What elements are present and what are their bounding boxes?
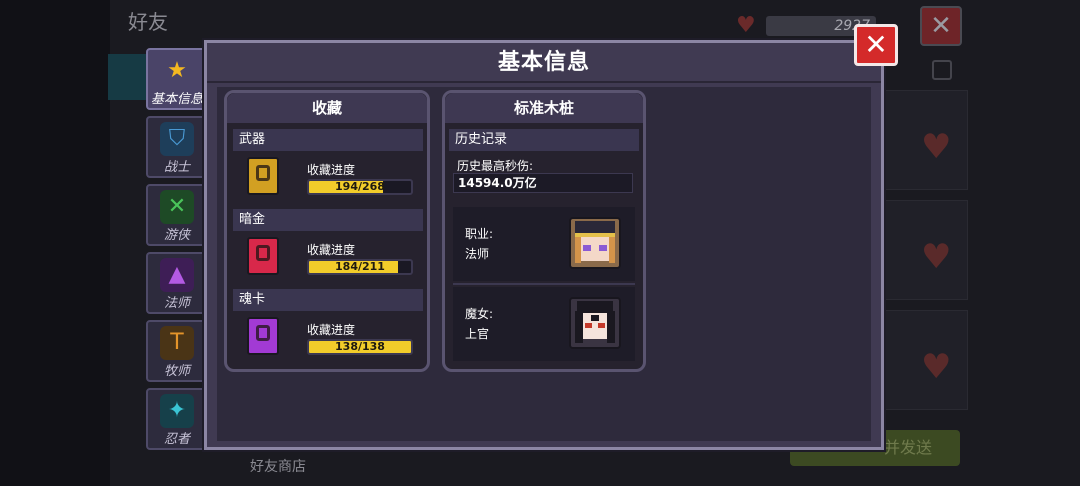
dummy-title: 标准木桩	[445, 93, 643, 123]
tab-label: 基本信息	[150, 92, 203, 107]
friend-card[interactable]: ♥	[880, 310, 968, 410]
category-sidebar: ★ 基本信息 ⛉ 战士 ✕ 游侠 ▲ 法师 T 牧师 ✦ 忍者	[146, 48, 208, 450]
section-weapons: 武器	[233, 129, 423, 151]
progress-label: 收藏进度	[307, 243, 356, 257]
dark-gold-book-icon	[247, 237, 279, 275]
witch-portrait	[569, 297, 621, 349]
class-value: 法师	[465, 247, 490, 261]
history-header: 历史记录	[449, 129, 639, 151]
weapon-book-icon	[247, 157, 279, 195]
progress-label: 收藏进度	[307, 323, 356, 337]
class-label: 职业:	[465, 227, 494, 241]
section-soul-cards: 魂卡	[233, 289, 423, 311]
divider	[453, 283, 635, 285]
modal-title: 基本信息	[497, 50, 590, 75]
soul-card-book-icon	[247, 317, 279, 355]
tab-label: 牧师	[163, 364, 190, 379]
friend-shop-label[interactable]: 好友商店	[250, 456, 306, 476]
tab-ranger[interactable]: ✕ 游侠	[146, 184, 206, 246]
friend-card[interactable]: ♥	[880, 90, 968, 190]
shield-icon: ⛉	[160, 122, 194, 156]
friend-card-list: ♥ ♥ ♥	[880, 50, 970, 420]
tab-label: 法师	[163, 296, 190, 311]
tab-mage[interactable]: ▲ 法师	[146, 252, 206, 314]
heart-icon: ♥	[736, 13, 756, 38]
tab-ninja[interactable]: ✦ 忍者	[146, 388, 206, 450]
heart-icon: ♥	[921, 127, 952, 167]
class-info: 职业: 法师	[453, 207, 635, 281]
tab-priest[interactable]: T 牧师	[146, 320, 206, 382]
currency-display: ♥ 2927	[736, 13, 876, 38]
tab-label: 战士	[163, 160, 190, 175]
character-info: 魔女: 上官	[453, 287, 635, 361]
collection-panel: 收藏 武器 收藏进度 194/268 暗金 收藏进度 184/211 魂卡 收藏…	[224, 90, 430, 372]
progress-text: 138/138	[335, 340, 385, 353]
dark-gold-progress-bar: 184/211	[307, 259, 413, 275]
progress-text: 184/211	[335, 260, 385, 273]
friend-card[interactable]: ♥	[880, 200, 968, 300]
background-close-button[interactable]: ✕	[920, 6, 962, 46]
progress-text: 194/268	[335, 180, 385, 193]
tab-label: 忍者	[163, 432, 190, 447]
background-left-panel	[0, 0, 110, 486]
star-icon: ★	[167, 58, 187, 83]
heart-icon: ♥	[921, 347, 952, 387]
section-dark-gold: 暗金	[233, 209, 423, 231]
close-button[interactable]: ✕	[854, 24, 898, 66]
max-dps-label: 历史最高秒伤:	[457, 159, 534, 173]
friends-title: 好友	[128, 10, 168, 34]
max-dps-value: 14594.0万亿	[453, 173, 633, 193]
heart-icon: ♥	[921, 237, 952, 277]
wizard-icon: ▲	[160, 258, 194, 292]
background-highlight	[108, 54, 148, 100]
weapon-progress-bar: 194/268	[307, 179, 413, 195]
soul-card-progress-bar: 138/138	[307, 339, 413, 355]
shuriken-icon: ✦	[160, 394, 194, 428]
modal-header: 基本信息	[207, 43, 881, 83]
progress-label: 收藏进度	[307, 163, 356, 177]
collection-title: 收藏	[227, 93, 427, 123]
training-dummy-panel: 标准木桩 历史记录 历史最高秒伤: 14594.0万亿 职业: 法师 魔女: 上…	[442, 90, 646, 372]
crossbow-icon: ✕	[160, 190, 194, 224]
tab-basic-info[interactable]: ★ 基本信息	[146, 48, 206, 110]
tab-warrior[interactable]: ⛉ 战士	[146, 116, 206, 178]
tab-label: 游侠	[163, 228, 190, 243]
character-label: 魔女:	[465, 307, 494, 321]
close-icon: ✕	[864, 28, 888, 61]
hammer-icon: T	[160, 326, 194, 360]
character-value: 上官	[465, 327, 490, 341]
mage-portrait	[569, 217, 621, 269]
